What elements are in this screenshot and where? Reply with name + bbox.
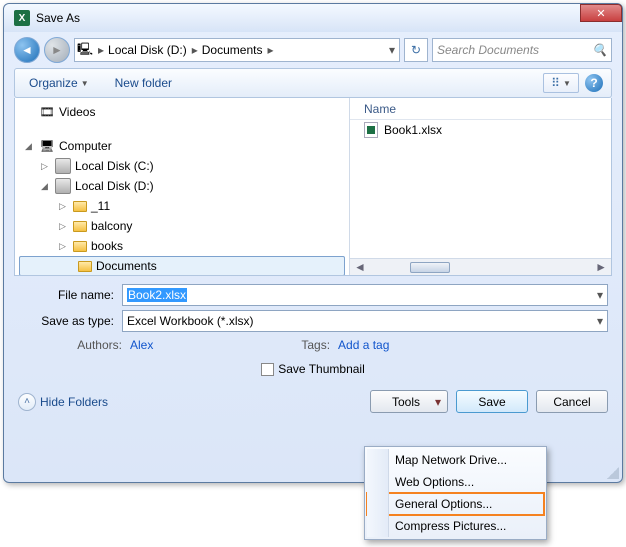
- tree-item-drive-c[interactable]: ▷ Local Disk (C:): [15, 156, 349, 176]
- horizontal-scrollbar[interactable]: ◄ ►: [350, 258, 611, 275]
- save-fields: File name: Book2.xlsx Save as type: Exce…: [4, 276, 622, 334]
- menu-item-general-options[interactable]: General Options...: [367, 493, 544, 515]
- save-as-type-value: Excel Workbook (*.xlsx): [127, 314, 253, 328]
- chevron-right-icon[interactable]: ▸: [96, 43, 106, 57]
- save-as-type-label: Save as type:: [18, 314, 122, 328]
- breadcrumb-bar[interactable]: 🖳 ▸ Local Disk (D:) ▸ Documents ▸ ▾: [74, 38, 400, 62]
- chevron-up-icon: ˄: [18, 393, 36, 411]
- organize-button[interactable]: Organize▼: [23, 74, 95, 92]
- tree-item-videos[interactable]: 🎞 Videos: [15, 102, 349, 122]
- folder-icon: [73, 221, 87, 232]
- save-thumbnail-row: Save Thumbnail: [4, 352, 622, 386]
- tree-item-computer[interactable]: ◢ 🖥 Computer: [15, 136, 349, 156]
- tree-item-folder[interactable]: ▷ balcony: [15, 216, 349, 236]
- nav-forward-button[interactable]: ►: [44, 37, 70, 63]
- breadcrumb-root-icon[interactable]: 🖳: [75, 39, 96, 61]
- tree-item-folder[interactable]: ▷ _11: [15, 196, 349, 216]
- save-as-type-select[interactable]: Excel Workbook (*.xlsx): [122, 310, 608, 332]
- metadata-row: Authors: Alex Tags: Add a tag: [4, 334, 622, 352]
- tags-label: Tags:: [301, 338, 330, 352]
- search-icon: 🔍: [592, 43, 607, 57]
- folder-tree[interactable]: 🎞 Videos ◢ 🖥 Computer ▷ Local Disk (C:) …: [15, 98, 350, 275]
- cancel-button[interactable]: Cancel: [536, 390, 608, 413]
- menu-item-web-options[interactable]: Web Options...: [367, 471, 544, 493]
- tree-item-drive-d[interactable]: ◢ Local Disk (D:): [15, 176, 349, 196]
- menu-item-compress-pictures[interactable]: Compress Pictures...: [367, 515, 544, 537]
- file-row[interactable]: Book1.xlsx: [350, 120, 611, 140]
- excel-app-icon: X: [14, 10, 30, 26]
- search-input[interactable]: Search Documents 🔍: [432, 38, 612, 62]
- menu-item-map-drive[interactable]: Map Network Drive...: [367, 449, 544, 471]
- resize-grip[interactable]: [607, 467, 619, 479]
- column-header-name[interactable]: Name: [350, 98, 611, 120]
- drive-icon: [55, 178, 71, 194]
- save-thumbnail-checkbox[interactable]: [261, 363, 274, 376]
- tools-button[interactable]: Tools: [370, 390, 448, 413]
- authors-label: Authors:: [18, 338, 122, 352]
- nav-back-button[interactable]: ◄: [14, 37, 40, 63]
- dialog-footer: ˄ Hide Folders Tools Save Cancel: [4, 386, 622, 423]
- folder-icon: [73, 201, 87, 212]
- refresh-button[interactable]: ↻: [404, 38, 428, 62]
- window-title: Save As: [36, 11, 618, 25]
- filename-value: Book2.xlsx: [127, 288, 187, 302]
- scrollbar-thumb[interactable]: [410, 262, 450, 273]
- save-thumbnail-label: Save Thumbnail: [278, 362, 365, 376]
- breadcrumb-dropdown-icon[interactable]: ▾: [385, 43, 399, 57]
- close-button[interactable]: ✕: [580, 4, 622, 22]
- menu-gutter: [367, 449, 389, 537]
- help-icon[interactable]: ?: [585, 74, 603, 92]
- tools-dropdown-menu: Map Network Drive... Web Options... Gene…: [364, 446, 547, 540]
- toolbar: Organize▼ New folder ⠿▼ ?: [14, 68, 612, 98]
- expand-arrow-icon[interactable]: ◢: [25, 141, 35, 152]
- breadcrumb-folder[interactable]: Documents: [200, 39, 266, 61]
- chevron-right-icon[interactable]: ▸: [190, 43, 200, 57]
- drive-icon: [55, 158, 71, 174]
- tree-item-folder[interactable]: ▷ books: [15, 236, 349, 256]
- save-button[interactable]: Save: [456, 390, 528, 413]
- tags-value[interactable]: Add a tag: [338, 338, 389, 352]
- file-list[interactable]: Name Book1.xlsx ◄ ►: [350, 98, 611, 275]
- hide-folders-button[interactable]: ˄ Hide Folders: [18, 393, 108, 411]
- excel-file-icon: [364, 122, 378, 138]
- filename-label: File name:: [18, 288, 122, 302]
- chevron-right-icon[interactable]: ▸: [265, 43, 275, 57]
- new-folder-button[interactable]: New folder: [109, 74, 178, 92]
- filename-input[interactable]: Book2.xlsx: [122, 284, 608, 306]
- browser-panes: 🎞 Videos ◢ 🖥 Computer ▷ Local Disk (C:) …: [14, 98, 612, 276]
- navigation-row: ◄ ► 🖳 ▸ Local Disk (D:) ▸ Documents ▸ ▾ …: [14, 34, 612, 66]
- computer-icon: 🖥: [39, 138, 55, 154]
- breadcrumb-drive[interactable]: Local Disk (D:): [106, 39, 190, 61]
- title-bar: X Save As ✕: [4, 4, 622, 32]
- expand-arrow-icon[interactable]: ◢: [41, 181, 51, 192]
- videos-icon: 🎞: [39, 104, 55, 120]
- folder-icon: [78, 261, 92, 272]
- save-as-dialog: X Save As ✕ ◄ ► 🖳 ▸ Local Disk (D:) ▸ Do…: [3, 3, 623, 483]
- tree-item-folder-selected[interactable]: Documents: [19, 256, 345, 275]
- folder-icon: [73, 241, 87, 252]
- search-placeholder: Search Documents: [437, 43, 539, 57]
- expand-arrow-icon[interactable]: ▷: [41, 161, 51, 172]
- view-mode-button[interactable]: ⠿▼: [543, 73, 579, 93]
- authors-value[interactable]: Alex: [130, 338, 153, 352]
